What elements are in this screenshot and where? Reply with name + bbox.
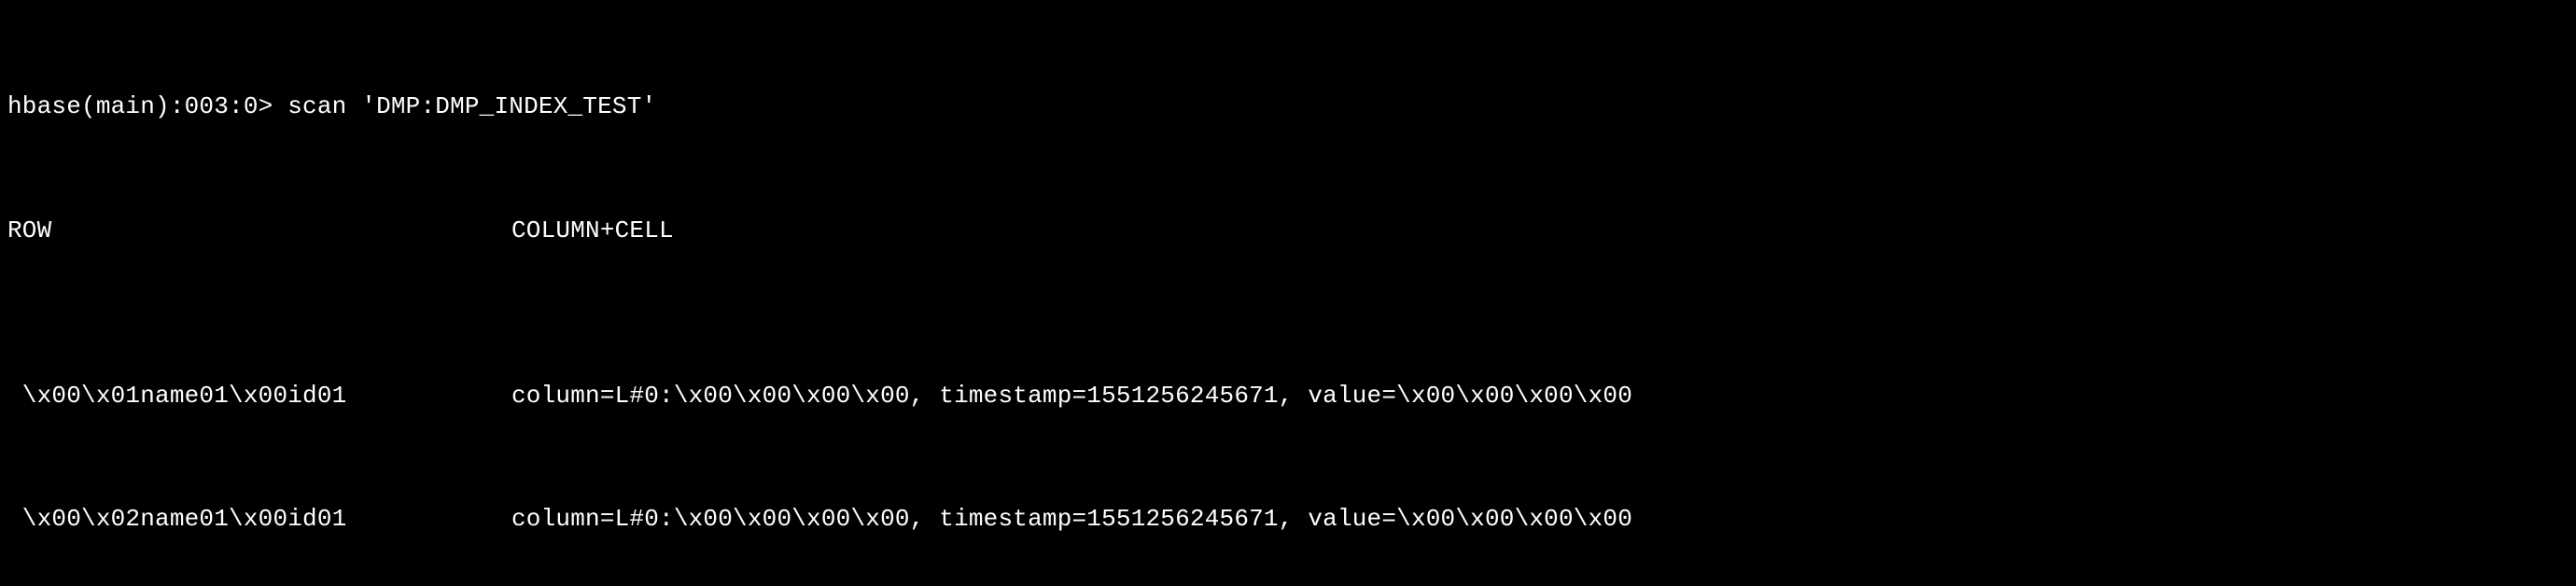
row-cell: column=L#0:\x00\x00\x00\x00, timestamp=1… [511, 498, 2569, 539]
prompt-line: hbase(main):003:0> scan 'DMP:DMP_INDEX_T… [7, 86, 2569, 127]
table-row: \x00\x02name01\x00id01 column=L#0:\x00\x… [7, 498, 2569, 539]
table-row: \x00\x01name01\x00id01 column=L#0:\x00\x… [7, 375, 2569, 416]
terminal[interactable]: hbase(main):003:0> scan 'DMP:DMP_INDEX_T… [0, 0, 2576, 586]
row-cell: column=L#0:\x00\x00\x00\x00, timestamp=1… [511, 375, 2569, 416]
header-cell-label: COLUMN+CELL [511, 210, 2569, 251]
row-key: \x00\x02name01\x00id01 [7, 498, 511, 539]
header-row-label: ROW [7, 210, 511, 251]
header-row: ROW COLUMN+CELL [7, 210, 2569, 251]
row-key: \x00\x01name01\x00id01 [7, 375, 511, 416]
